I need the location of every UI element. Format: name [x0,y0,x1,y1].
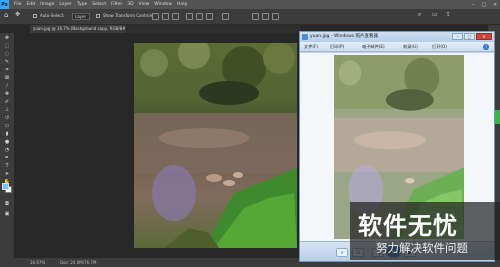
path-select-icon[interactable]: ➤ [3,171,11,177]
pen-tool-icon[interactable]: ✒ [3,155,11,161]
history-brush-icon[interactable]: ↺ [3,115,11,121]
align-bottom-icon[interactable] [172,13,179,20]
move-tool-icon[interactable]: ✥ [15,11,20,18]
menu-filter[interactable]: Filter [111,2,122,7]
marquee-tool-icon[interactable]: ⬚ [3,43,11,49]
quick-select-tool-icon[interactable]: ✎ [3,59,11,65]
document-size: Doc: 24.9M/76.7M [60,260,97,265]
home-icon[interactable]: ⌂ [4,11,8,19]
healing-brush-icon[interactable]: ✚ [3,91,11,97]
align-middle-icon[interactable] [162,13,169,20]
auto-select-checkbox[interactable] [33,14,37,18]
transform-controls-label: Show Transform Controls [103,13,153,18]
zoom-icon[interactable]: ⌕ [336,248,348,257]
distribute-icon[interactable] [222,13,229,20]
viewer-menu-burn[interactable]: 刻录(U) [403,44,418,50]
auto-select-label: Auto-Select: [40,13,65,18]
menu-window[interactable]: Window [154,2,172,7]
photoshop-window: Ps File Edit Image Layer Type Select Fil… [0,0,500,267]
menu-3d[interactable]: 3D [127,2,133,7]
viewer-minimize-icon[interactable]: – [452,33,463,40]
foreground-color-swatch[interactable] [2,183,9,190]
close-icon[interactable]: ✕ [490,0,500,9]
3d-pan-icon[interactable] [272,13,279,20]
menu-image[interactable]: Image [40,2,54,7]
document-tab[interactable]: yuan.jpg @ 16.7% (Background copy, RGB/8… [30,25,126,33]
3d-mode-icon[interactable] [252,13,259,20]
photo-viewer-icon [302,34,308,40]
workspace-icon[interactable]: ▭ [432,11,438,18]
viewer-menu-bar: 文件(F) 打印(P) 电子邮件(E) 刻录(U) 打开(O) ? [300,42,494,52]
search-icon[interactable]: ⌕ [418,11,421,19]
document-photo[interactable] [134,43,297,248]
menu-view[interactable]: View [139,2,150,7]
menu-layer[interactable]: Layer [59,2,72,7]
viewer-maximize-icon[interactable]: □ [464,33,475,40]
watermark-title: 软件无忧 [358,212,458,240]
align-center-icon[interactable] [196,13,203,20]
type-tool-icon[interactable]: T [3,163,11,169]
align-top-icon[interactable] [152,13,159,20]
menu-type[interactable]: Type [77,2,87,7]
tools-panel: ✥ ⬚ ◌ ✎ ⌗ ⊠ ⁄ ✚ ✐ ⊥ ↺ ▭ ▮ ● ◔ ✒ T ➤ ✋ ◘ … [0,33,14,258]
align-right-icon[interactable] [206,13,213,20]
gradient-tool-icon[interactable]: ▮ [3,131,11,137]
3d-rotate-icon[interactable] [262,13,269,20]
blur-tool-icon[interactable]: ● [3,139,11,145]
viewer-menu-file[interactable]: 文件(F) [304,44,318,50]
viewer-title-bar: yuan.jpg - Windows 照片查看器 – □ ✕ [300,32,494,42]
quick-mask-icon[interactable]: ◘ [3,201,11,207]
options-bar: ⌂ ✥ Auto-Select: Layer Show Transform Co… [0,9,500,25]
lasso-tool-icon[interactable]: ◌ [3,51,11,57]
menu-select[interactable]: Select [92,2,106,7]
maximize-icon[interactable]: □ [479,0,489,9]
minimize-icon[interactable]: – [468,0,478,9]
stream-photo-image [134,43,297,248]
dodge-tool-icon[interactable]: ◔ [3,147,11,153]
move-tool-icon[interactable]: ✥ [3,35,11,41]
eraser-tool-icon[interactable]: ▭ [3,123,11,129]
viewer-close-icon[interactable]: ✕ [476,33,492,40]
viewer-title: yuan.jpg - Windows 照片查看器 [310,34,379,39]
help-icon[interactable]: ? [483,44,489,50]
viewer-menu-print[interactable]: 打印(P) [330,44,344,50]
auto-select-dropdown[interactable]: Layer [72,13,90,20]
eyedropper-tool-icon[interactable]: ⁄ [3,83,11,89]
viewer-menu-open[interactable]: 打开(O) [432,44,447,50]
zoom-level[interactable]: 16.67% [30,258,45,267]
align-left-icon[interactable] [186,13,193,20]
menu-file[interactable]: File [14,2,22,7]
menu-bar: Ps File Edit Image Layer Type Select Fil… [0,0,500,9]
photoshop-logo-icon: Ps [0,0,9,9]
clone-stamp-icon[interactable]: ⊥ [3,107,11,113]
watermark-subtitle: 努力解决软件问题 [376,241,468,255]
frame-tool-icon[interactable]: ⊠ [3,75,11,81]
crop-tool-icon[interactable]: ⌗ [3,67,11,73]
brush-tool-icon[interactable]: ✐ [3,99,11,105]
screen-mode-icon[interactable]: ▣ [3,211,11,217]
menu-help[interactable]: Help [177,2,187,7]
share-icon[interactable]: ⇪ [446,11,451,18]
menu-edit[interactable]: Edit [27,2,36,7]
canvas-area[interactable] [14,33,302,258]
viewer-menu-email[interactable]: 电子邮件(E) [362,44,385,50]
transform-controls-checkbox[interactable] [96,14,100,18]
watermark: 软件无忧 努力解决软件问题 [350,202,500,260]
